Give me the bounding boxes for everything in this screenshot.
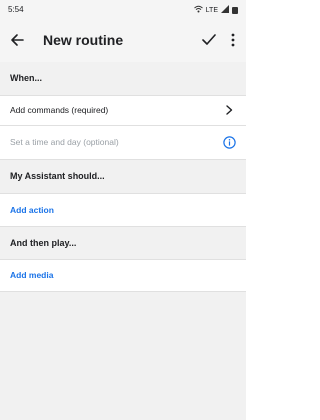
empty-area <box>0 292 246 420</box>
checkmark-icon[interactable] <box>202 34 216 46</box>
then-play-header: And then play... <box>0 227 246 259</box>
add-media-row[interactable]: Add media <box>0 260 246 291</box>
add-action-row[interactable]: Add action <box>0 194 246 226</box>
status-time: 5:54 <box>8 5 24 14</box>
set-time-label: Set a time and day (optional) <box>10 137 119 147</box>
network-label: LTE <box>205 6 218 14</box>
battery-icon <box>232 6 238 14</box>
add-commands-row[interactable]: Add commands (required) <box>0 96 246 125</box>
status-bar: 5:54 LTE <box>0 0 246 20</box>
info-icon[interactable] <box>223 136 236 149</box>
page-title: New routine <box>43 32 124 48</box>
wifi-icon <box>193 5 203 15</box>
add-commands-label: Add commands (required) <box>10 105 109 115</box>
add-action-link[interactable]: Add action <box>10 205 54 215</box>
app-bar: New routine <box>0 20 246 62</box>
signal-icon <box>221 5 229 15</box>
add-media-link[interactable]: Add media <box>10 270 53 280</box>
status-icons: LTE <box>193 5 238 15</box>
set-time-row[interactable]: Set a time and day (optional) <box>0 126 246 159</box>
arrow-left-icon[interactable] <box>10 33 24 47</box>
more-vert-icon[interactable] <box>230 33 236 47</box>
chevron-right-icon <box>226 105 233 115</box>
when-header: When... <box>0 62 246 95</box>
assistant-header: My Assistant should... <box>0 160 246 193</box>
